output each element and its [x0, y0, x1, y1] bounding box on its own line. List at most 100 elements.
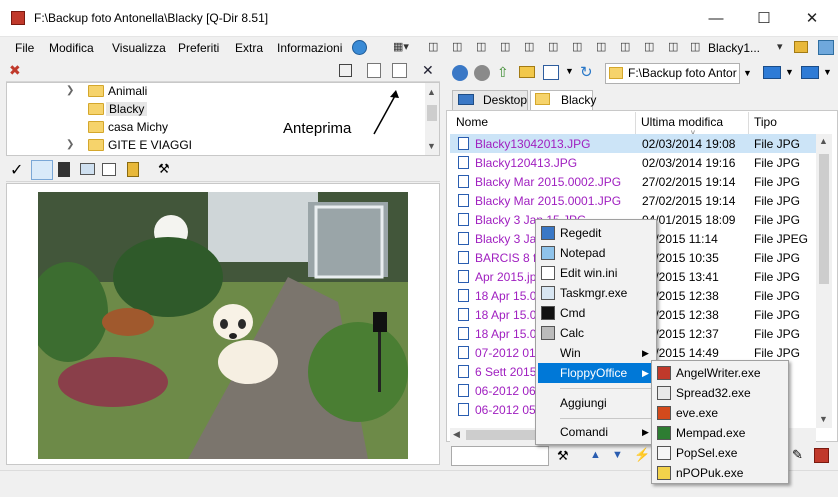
refresh-icon[interactable]: ↻ [580, 63, 593, 81]
stop-icon[interactable] [814, 448, 829, 463]
column-header-tipo[interactable]: Tipo [754, 115, 777, 129]
minimize-button[interactable]: — [694, 6, 738, 32]
monitor-right-icon[interactable] [801, 66, 819, 79]
pencil-icon[interactable]: ✎ [792, 447, 803, 463]
menu-visualizza[interactable]: Visualizza [112, 41, 166, 55]
layout-8-icon[interactable]: ◫ [596, 40, 606, 53]
layout-grid-icon[interactable]: ▦▾ [393, 40, 409, 53]
layout-9-icon[interactable]: ◫ [620, 40, 630, 53]
scroll-up-icon[interactable]: ▲ [819, 136, 828, 146]
tree-item-selected[interactable]: Blacky [6, 100, 426, 118]
ctx-taskmgr[interactable]: Taskmgr.exe [538, 283, 654, 303]
monitor-left-dropdown-icon[interactable]: ▼ [785, 67, 794, 77]
maximize-button[interactable]: ☐ [742, 6, 786, 32]
submenu-popsel[interactable]: PopSel.exe [654, 443, 786, 463]
ctx-notepad[interactable]: Notepad [538, 243, 654, 263]
close-pane-icon[interactable]: ✕ [422, 62, 434, 79]
ctx-regedit[interactable]: Regedit [538, 223, 654, 243]
scroll-left-icon[interactable]: ◀ [453, 429, 460, 440]
column-header-ultima-modifica[interactable]: Ultima modifica [641, 115, 723, 129]
forward-icon[interactable] [474, 65, 490, 81]
file-row[interactable]: Blacky120413.JPG 02/03/2014 19:16 File JPG [450, 153, 816, 172]
bookmark-icon[interactable] [127, 162, 139, 177]
file-name: BARCIS 8 fe [475, 251, 544, 265]
folder-favorites-icon[interactable] [794, 41, 808, 53]
tools-icon[interactable]: ⚒ [557, 448, 569, 464]
user-menu-dropdown-icon[interactable]: ▾ [777, 40, 783, 53]
layout-1-icon[interactable]: ◫ [428, 40, 438, 53]
file-row[interactable]: Blacky Mar 2015.0001.JPG 27/02/2015 19:14… [450, 191, 816, 210]
ctx-comandi[interactable]: Comandi ▶ [538, 422, 654, 442]
tree-item[interactable]: ❯ Animali [6, 82, 426, 100]
layout-10-icon[interactable]: ◫ [644, 40, 654, 53]
layout-5-icon[interactable]: ◫ [524, 40, 534, 53]
view-mode-dropdown-icon[interactable]: ▼ [565, 66, 574, 76]
menu-extra[interactable]: Extra [235, 41, 263, 55]
ctx-floppyoffice[interactable]: FloppyOffice ▶ [538, 363, 654, 383]
new-folder-icon[interactable] [519, 66, 535, 78]
wrench-icon[interactable]: ⚒ [158, 161, 170, 177]
layout-4-icon[interactable]: ◫ [500, 40, 510, 53]
ctx-cmd[interactable]: Cmd [538, 303, 654, 323]
scroll-thumb[interactable] [427, 105, 437, 121]
nav-down-icon[interactable]: ▼ [612, 449, 623, 461]
split-view-icon[interactable] [339, 64, 352, 77]
path-dropdown-icon[interactable]: ▼ [743, 68, 752, 78]
column-header-nome[interactable]: Nome [456, 115, 488, 129]
lightning-icon[interactable]: ⚡ [634, 447, 650, 463]
monitor-left-icon[interactable] [763, 66, 781, 79]
ctx-win[interactable]: Win ▶ [538, 343, 654, 363]
nav-up-icon[interactable]: ▲ [590, 449, 601, 461]
layout-7-icon[interactable]: ◫ [572, 40, 582, 53]
submenu-angelwriter[interactable]: AngelWriter.exe [654, 363, 786, 383]
tree-item[interactable]: casa Michy [6, 118, 426, 136]
ctx-calc[interactable]: Calc [538, 323, 654, 343]
scroll-up-icon[interactable]: ▲ [427, 87, 436, 97]
back-icon[interactable] [452, 65, 468, 81]
scroll-down-icon[interactable]: ▼ [819, 414, 828, 424]
menu-modifica[interactable]: Modifica [49, 41, 94, 55]
expand-chevron-icon[interactable]: ❯ [66, 139, 74, 150]
refresh-page-icon[interactable] [367, 63, 381, 78]
scroll-thumb[interactable] [466, 430, 536, 440]
pin-icon[interactable] [818, 40, 834, 55]
ctx-aggiungi[interactable]: Aggiungi [538, 393, 654, 413]
preview-active-icon[interactable] [31, 160, 53, 180]
film-icon[interactable] [58, 162, 70, 177]
scroll-thumb[interactable] [819, 154, 829, 284]
layout-6-icon[interactable]: ◫ [548, 40, 558, 53]
tools-icon[interactable]: ✖ [9, 62, 21, 79]
layout-12-icon[interactable]: ◫ [690, 40, 700, 53]
column-divider[interactable] [635, 112, 636, 134]
layout-3-icon[interactable]: ◫ [476, 40, 486, 53]
preview-toggle-icon[interactable] [392, 63, 407, 78]
submenu-spread32[interactable]: Spread32.exe [654, 383, 786, 403]
menu-preferiti[interactable]: Preferiti [178, 41, 219, 55]
details-view-icon[interactable] [102, 163, 116, 176]
tree-item[interactable]: ❯ GITE E VIAGGI [6, 136, 426, 154]
file-row[interactable]: Blacky13042013.JPG 02/03/2014 19:08 File J… [450, 134, 816, 153]
image-view-icon[interactable] [80, 163, 95, 175]
view-mode-icon[interactable] [543, 65, 559, 80]
tree-scrollbar[interactable]: ▲ ▼ [425, 83, 439, 155]
submenu-mempad[interactable]: Mempad.exe [654, 423, 786, 443]
submenu-npopuk[interactable]: nPOPuk.exe [654, 463, 786, 483]
menu-informazioni[interactable]: Informazioni [277, 41, 342, 55]
layout-11-icon[interactable]: ◫ [668, 40, 678, 53]
filter-input[interactable] [451, 446, 549, 466]
checkmark-icon[interactable]: ✓ [10, 160, 23, 180]
file-list-vscrollbar[interactable]: ▲ ▼ [816, 134, 832, 428]
scroll-down-icon[interactable]: ▼ [427, 141, 436, 151]
menu-file[interactable]: File [15, 41, 34, 55]
monitor-right-dropdown-icon[interactable]: ▼ [823, 67, 832, 77]
globe-icon[interactable] [352, 40, 367, 55]
column-divider[interactable] [748, 112, 749, 134]
file-row[interactable]: Blacky Mar 2015.0002.JPG 27/02/2015 19:14… [450, 172, 816, 191]
submenu-eve[interactable]: eve.exe [654, 403, 786, 423]
close-button[interactable]: ✕ [790, 6, 834, 32]
up-arrow-icon[interactable]: ⇧ [497, 64, 509, 81]
ctx-edit-win-ini[interactable]: Edit win.ini [538, 263, 654, 283]
expand-chevron-icon[interactable]: ❯ [66, 85, 74, 96]
favorite-user-menu[interactable]: Blacky1... [708, 41, 760, 55]
layout-2-icon[interactable]: ◫ [452, 40, 462, 53]
